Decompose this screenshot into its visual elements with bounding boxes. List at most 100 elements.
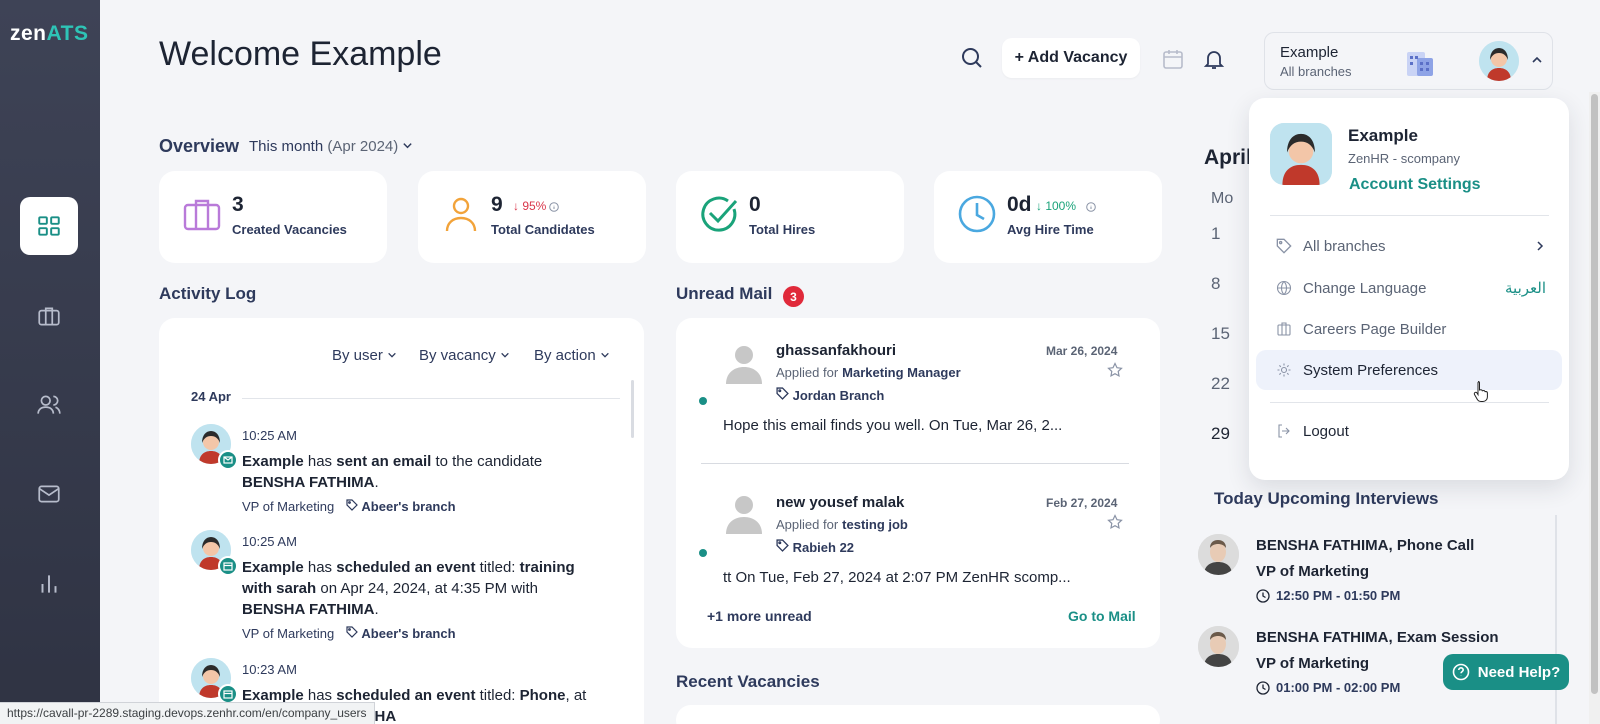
page-scrollbar[interactable]: [1591, 94, 1598, 694]
account-switcher[interactable]: Example All branches: [1264, 32, 1553, 90]
mail-applied: Applied for Marketing Manager: [776, 365, 961, 380]
mail-icon: [218, 450, 238, 470]
avatar: [1270, 123, 1332, 185]
clock-icon: [958, 195, 996, 233]
hand-cursor-icon: [1473, 381, 1488, 402]
mail-applied: Applied for testing job: [776, 517, 908, 532]
menu-item-change-language[interactable]: Change Language العربية: [1256, 268, 1562, 308]
stat-value: 0: [749, 193, 761, 216]
sidebar: zenATS: [0, 0, 100, 724]
grid-icon: [38, 216, 60, 236]
info-icon[interactable]: [549, 202, 559, 212]
menu-item-all-branches[interactable]: All branches: [1256, 226, 1562, 266]
mail-preview: Hope this email finds you well. On Tue, …: [723, 417, 1063, 434]
notifications-button[interactable]: [1201, 46, 1227, 72]
stat-card-vacancies[interactable]: 3 Created Vacancies: [159, 171, 387, 263]
search-button[interactable]: [958, 44, 986, 72]
tag-icon: [346, 626, 359, 638]
mail-icon: [38, 485, 60, 503]
zenats-logo[interactable]: zenATS: [10, 22, 88, 46]
period-label: This month: [249, 138, 324, 155]
menu-item-label: All branches: [1303, 237, 1386, 255]
logo-main: zen: [10, 22, 47, 45]
menu-item-system-preferences[interactable]: System Preferences: [1256, 350, 1562, 390]
filter-by-user[interactable]: By user: [332, 347, 397, 364]
chevron-down-icon: [601, 352, 609, 358]
avatar: [1198, 626, 1239, 667]
sidebar-item-candidates[interactable]: [20, 376, 78, 434]
stat-label: Avg Hire Time: [1007, 222, 1094, 237]
need-help-label: Need Help?: [1477, 663, 1561, 681]
sidebar-item-reports[interactable]: [20, 555, 78, 613]
filter-by-vacancy[interactable]: By vacancy: [419, 347, 510, 364]
activity-vacancy[interactable]: VP of Marketing: [242, 499, 334, 514]
calendar-day[interactable]: 1: [1211, 224, 1220, 244]
calendar-weekday: Mo: [1211, 190, 1234, 207]
activity-meta: VP of Marketing Abeer's branch: [242, 626, 456, 641]
menu-item-label: Change Language: [1303, 279, 1427, 297]
building-icon: [1407, 52, 1433, 76]
calendar-icon: [1163, 50, 1183, 69]
sidebar-item-dashboard[interactable]: [20, 197, 78, 255]
recent-vacancies-panel: [676, 705, 1160, 724]
calendar-day[interactable]: 8: [1211, 274, 1220, 294]
tag-icon: [776, 387, 789, 400]
unread-count-badge: 3: [783, 286, 804, 307]
avatar-placeholder-icon: [726, 346, 762, 384]
sidebar-item-vacancies[interactable]: [20, 287, 78, 345]
account-branch: All branches: [1280, 64, 1352, 79]
calendar-day[interactable]: 15: [1211, 324, 1230, 344]
menu-item-label: Logout: [1303, 422, 1349, 440]
filter-label: By vacancy: [419, 347, 496, 364]
activity-vacancy[interactable]: VP of Marketing: [242, 626, 334, 641]
activity-date: 24 Apr: [191, 389, 231, 404]
briefcase-icon: [38, 307, 60, 326]
calendar-icon: [218, 684, 238, 704]
interviews-scrollbar[interactable]: [1555, 515, 1557, 724]
unread-mail-title: Unread Mail: [676, 284, 773, 303]
activity-log-panel: [159, 318, 644, 724]
tag-icon: [1276, 238, 1292, 254]
avatar-placeholder-icon: [726, 496, 762, 534]
account-settings-link[interactable]: Account Settings: [1349, 176, 1481, 194]
star-icon[interactable]: [1107, 362, 1123, 378]
mail-sender: ghassanfakhouri: [776, 342, 897, 359]
mail-branch: Rabieh 22: [776, 539, 854, 555]
activity-time: 10:23 AM: [242, 662, 297, 677]
briefcase-icon: [183, 199, 221, 231]
filter-by-action[interactable]: By action: [534, 347, 610, 364]
unread-dot: [699, 397, 707, 405]
add-vacancy-button[interactable]: + Add Vacancy: [1002, 38, 1140, 78]
stat-card-candidates[interactable]: 9 ↓ 95% Total Candidates: [418, 171, 646, 263]
stat-change: ↓ 95%: [513, 199, 547, 213]
need-help-button[interactable]: Need Help?: [1443, 654, 1569, 690]
interview-title: BENSHA FATHIMA, Phone Call: [1256, 537, 1475, 554]
activity-meta: VP of Marketing Abeer's branch: [242, 499, 456, 514]
calendar-button[interactable]: [1160, 46, 1186, 72]
go-to-mail-link[interactable]: Go to Mail: [1068, 608, 1136, 624]
menu-item-logout[interactable]: Logout: [1256, 411, 1562, 451]
account-menu-name: Example: [1348, 126, 1418, 145]
chevron-down-icon: [501, 352, 509, 358]
stat-label: Total Candidates: [491, 222, 595, 237]
sidebar-item-mail[interactable]: [20, 465, 78, 523]
filter-label: By user: [332, 347, 383, 364]
activity-branch: Abeer's branch: [361, 626, 456, 641]
activity-time: 10:25 AM: [242, 428, 297, 443]
logo-accent: ATS: [46, 22, 89, 45]
menu-item-careers-page-builder[interactable]: Careers Page Builder: [1256, 309, 1562, 349]
activity-scrollbar[interactable]: [631, 380, 634, 438]
divider: [1270, 215, 1549, 216]
interview-title: BENSHA FATHIMA, Exam Session: [1256, 629, 1499, 646]
stat-card-hire-time[interactable]: 0d ↓ 100% Avg Hire Time: [934, 171, 1162, 263]
interview-time: 01:00 PM - 02:00 PM: [1256, 680, 1400, 695]
period-select[interactable]: This month (Apr 2024): [249, 138, 413, 155]
star-icon[interactable]: [1107, 514, 1123, 530]
info-icon[interactable]: [1086, 202, 1096, 212]
stat-card-hires[interactable]: 0 Total Hires: [676, 171, 904, 263]
bar-chart-icon: [41, 575, 57, 593]
calendar-day[interactable]: 29: [1211, 424, 1230, 444]
more-unread-link[interactable]: +1 more unread: [707, 608, 812, 624]
calendar-day[interactable]: 22: [1211, 374, 1230, 394]
page-title: Welcome Example: [159, 35, 442, 73]
